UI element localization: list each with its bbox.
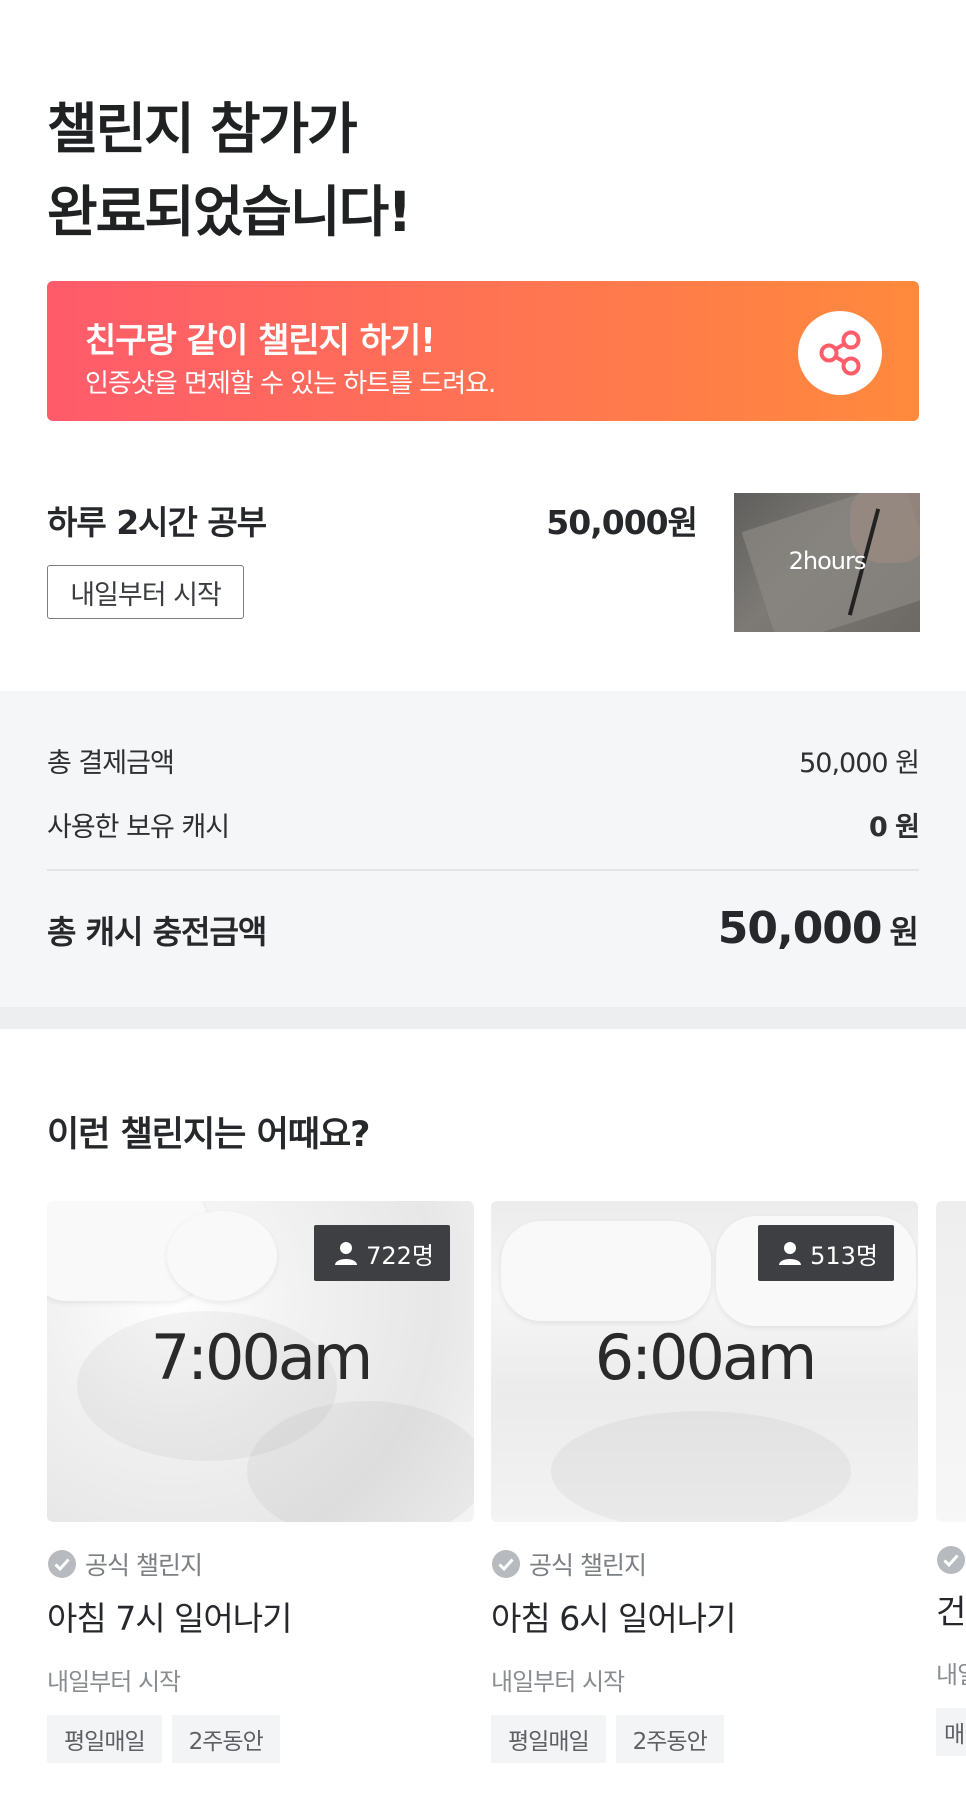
card-name: 아침 6시 일어나기 <box>491 1599 737 1638</box>
challenge-card-peek-info[interactable]: 건 내일 매 <box>936 1545 966 1756</box>
challenge-name: 하루 2시간 공부 <box>47 503 267 542</box>
title-line-2: 완료되었습니다! <box>47 179 412 244</box>
total-charge-unit: 원 <box>889 913 919 951</box>
share-icon <box>819 330 861 376</box>
person-icon <box>779 1242 802 1265</box>
participants-badge: 513명 <box>758 1225 894 1281</box>
card-image: 7:00am 722명 <box>47 1201 474 1522</box>
participants-count: 513명 <box>810 1241 878 1270</box>
card-start: 내일부터 시작 <box>47 1668 181 1696</box>
total-payment-label: 총 결제금액 <box>47 748 175 779</box>
section-separator <box>0 1007 966 1029</box>
tag-duration: 2주동안 <box>615 1715 724 1763</box>
official-label <box>936 1545 966 1575</box>
participants-badge: 722명 <box>314 1225 450 1281</box>
banner-subtitle: 인증샷을 면제할 수 있는 하트를 드려요. <box>85 369 496 399</box>
participants-count: 722명 <box>366 1241 434 1270</box>
challenge-price: 50,000원 <box>546 503 698 542</box>
thumbnail-label: 2hours <box>788 547 867 575</box>
card-name: 건 <box>936 1592 966 1631</box>
card-tags: 매 <box>936 1708 966 1756</box>
share-button[interactable] <box>798 311 882 395</box>
card-start: 내일 <box>936 1661 966 1689</box>
verified-icon <box>937 1546 965 1574</box>
card-tags: 평일매일 2주동안 <box>47 1715 474 1763</box>
used-cash-value: 0 원 <box>868 812 920 843</box>
official-label: 공식 챌린지 <box>491 1546 918 1582</box>
verified-icon <box>48 1550 76 1578</box>
total-charge-label: 총 캐시 충전금액 <box>47 913 267 951</box>
official-label: 공식 챌린지 <box>47 1546 474 1582</box>
total-charge-amount: 50,000 <box>717 903 883 954</box>
challenge-card[interactable]: 7:00am 722명 공식 챌린지 아침 7시 일어나기 내일부터 시작 평일… <box>47 1201 474 1763</box>
tag-frequency: 평일매일 <box>491 1715 606 1763</box>
total-charge-row: 총 캐시 충전금액 50,000 원 <box>47 903 919 954</box>
image-pillow <box>501 1221 711 1321</box>
used-cash-row: 사용한 보유 캐시 0 원 <box>47 805 920 844</box>
total-payment-row: 총 결제금액 50,000 원 <box>47 741 920 780</box>
official-text: 공식 챌린지 <box>85 1551 203 1580</box>
card-name: 아침 7시 일어나기 <box>47 1599 293 1638</box>
tag-duration: 2주동안 <box>171 1715 280 1763</box>
image-fold <box>551 1411 851 1522</box>
banner-title: 친구랑 같이 챌린지 하기! <box>85 321 436 361</box>
tag-frequency: 평일매일 <box>47 1715 162 1763</box>
challenge-card[interactable]: 6:00am 513명 공식 챌린지 아침 6시 일어나기 내일부터 시작 평일… <box>491 1201 918 1763</box>
recommend-title: 이런 챌린지는 어때요? <box>47 1115 370 1155</box>
payment-summary: 총 결제금액 50,000 원 사용한 보유 캐시 0 원 총 캐시 충전금액 … <box>0 691 966 1007</box>
title-line-1: 챌린지 참가가 <box>47 97 358 161</box>
summary-divider <box>47 869 919 871</box>
card-image: 6:00am 513명 <box>491 1201 918 1522</box>
total-charge-value: 50,000 원 <box>718 903 919 954</box>
challenge-card-peek[interactable] <box>936 1201 966 1522</box>
image-pillow <box>167 1211 277 1301</box>
official-text: 공식 챌린지 <box>529 1551 647 1580</box>
page-title: 챌린지 참가가 완료되었습니다! <box>47 88 412 253</box>
total-payment-value: 50,000 원 <box>799 748 920 779</box>
card-start: 내일부터 시작 <box>491 1668 625 1696</box>
tag-frequency: 매 <box>936 1708 966 1756</box>
used-cash-label: 사용한 보유 캐시 <box>47 812 230 843</box>
card-time: 7:00am <box>150 1321 374 1394</box>
card-tags: 평일매일 2주동안 <box>491 1715 918 1763</box>
card-time: 6:00am <box>594 1321 818 1394</box>
invite-friend-banner[interactable]: 친구랑 같이 챌린지 하기! 인증샷을 면제할 수 있는 하트를 드려요. <box>47 281 919 421</box>
verified-icon <box>492 1550 520 1578</box>
challenge-start-badge: 내일부터 시작 <box>47 565 244 619</box>
challenge-thumbnail: 2hours <box>734 493 920 632</box>
person-icon <box>335 1242 358 1265</box>
